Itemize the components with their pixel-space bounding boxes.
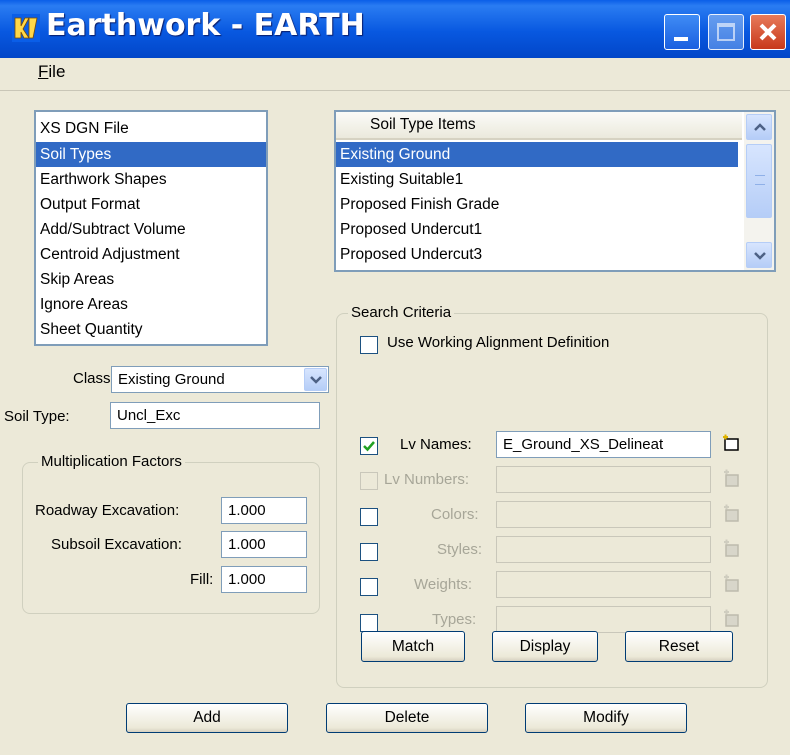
soil-type-items-header[interactable]: Soil Type Items xyxy=(336,112,742,140)
lv-names-checkbox[interactable] xyxy=(360,437,378,455)
scroll-thumb[interactable] xyxy=(746,144,772,218)
class-select-value: Existing Ground xyxy=(118,371,225,388)
colors-checkbox[interactable] xyxy=(360,508,378,526)
subsoil-excavation-label: Subsoil Excavation: xyxy=(51,536,182,553)
types-picker-icon[interactable] xyxy=(722,609,742,629)
lv-names-input[interactable]: E_Ground_XS_Delineat xyxy=(496,431,711,458)
minimize-button[interactable] xyxy=(664,14,700,50)
soil-type-input[interactable]: Uncl_Exc xyxy=(110,402,320,429)
use-working-alignment-label: Use Working Alignment Definition xyxy=(387,334,610,351)
lv-numbers-picker-icon[interactable] xyxy=(722,469,742,489)
multiplication-factors-title: Multiplication Factors xyxy=(38,453,185,470)
maximize-button[interactable] xyxy=(708,14,744,50)
modify-button[interactable]: Modify xyxy=(525,703,687,733)
grip-icon xyxy=(755,175,765,185)
class-label: Class xyxy=(73,370,111,387)
use-working-alignment-checkbox[interactable] xyxy=(360,336,378,354)
close-button[interactable] xyxy=(750,14,786,50)
lv-names-label: Lv Names: xyxy=(400,436,472,453)
lv-numbers-checkbox[interactable] xyxy=(360,472,378,490)
colors-label: Colors: xyxy=(431,506,479,523)
soil-item-proposed-finish-grade[interactable]: Proposed Finish Grade xyxy=(336,192,499,217)
weights-picker-icon[interactable] xyxy=(722,574,742,594)
minimize-icon xyxy=(674,37,688,41)
roadway-excavation-label: Roadway Excavation: xyxy=(35,502,180,519)
scroll-down-button[interactable] xyxy=(746,242,772,268)
maximize-icon xyxy=(717,23,735,41)
fill-label: Fill: xyxy=(190,571,214,588)
types-checkbox[interactable] xyxy=(360,614,378,632)
category-item-earthwork-shapes[interactable]: Earthwork Shapes xyxy=(36,167,167,192)
window-title: Earthwork - EARTH xyxy=(46,8,365,43)
colors-input[interactable] xyxy=(496,501,711,528)
soil-item-proposed-undercut3[interactable]: Proposed Undercut3 xyxy=(336,242,482,267)
weights-label: Weights: xyxy=(414,576,473,593)
menu-file[interactable]: File xyxy=(38,62,65,82)
reset-button[interactable]: Reset xyxy=(625,631,733,662)
lv-numbers-label: Lv Numbers: xyxy=(384,471,470,488)
styles-picker-icon[interactable] xyxy=(722,539,742,559)
styles-checkbox[interactable] xyxy=(360,543,378,561)
search-criteria-title: Search Criteria xyxy=(348,304,455,321)
checkmark-icon xyxy=(363,441,375,452)
styles-label: Styles: xyxy=(437,541,483,558)
chevron-up-icon xyxy=(754,123,766,131)
category-item-ignore-areas[interactable]: Ignore Areas xyxy=(36,292,128,317)
soil-items-scrollbar[interactable] xyxy=(744,112,774,270)
soil-item-proposed-undercut1[interactable]: Proposed Undercut1 xyxy=(336,217,482,242)
category-item-output-format[interactable]: Output Format xyxy=(36,192,140,217)
soil-type-items-list[interactable]: Soil Type Items Existing Ground Existing… xyxy=(334,110,776,272)
app-icon xyxy=(12,14,40,42)
roadway-excavation-input[interactable]: 1.000 xyxy=(221,497,307,524)
category-item-soil-types[interactable]: Soil Types xyxy=(36,142,266,167)
scroll-up-button[interactable] xyxy=(746,114,772,140)
category-item-skip-areas[interactable]: Skip Areas xyxy=(36,267,114,292)
types-label: Types: xyxy=(432,611,477,628)
types-input[interactable] xyxy=(496,606,711,633)
delete-button[interactable]: Delete xyxy=(326,703,488,733)
category-item-sheet-quantity[interactable]: Sheet Quantity xyxy=(36,317,143,342)
subsoil-excavation-input[interactable]: 1.000 xyxy=(221,531,307,558)
close-icon xyxy=(759,23,777,41)
add-button[interactable]: Add xyxy=(126,703,288,733)
class-dropdown-button[interactable] xyxy=(304,368,327,391)
chevron-down-icon xyxy=(754,252,766,260)
soil-item-existing-ground[interactable]: Existing Ground xyxy=(336,142,738,167)
display-button[interactable]: Display xyxy=(492,631,598,662)
soil-type-label: Soil Type: xyxy=(4,408,70,425)
menu-bar xyxy=(0,58,790,91)
class-select[interactable]: Existing Ground xyxy=(111,366,329,393)
weights-input[interactable] xyxy=(496,571,711,598)
category-list[interactable]: XS DGN File Soil Types Earthwork Shapes … xyxy=(34,110,268,346)
category-item-xs-dgn-file[interactable]: XS DGN File xyxy=(36,116,129,141)
colors-picker-icon[interactable] xyxy=(722,504,742,524)
styles-input[interactable] xyxy=(496,536,711,563)
soil-type-items-header-label: Soil Type Items xyxy=(370,116,476,133)
chevron-down-icon xyxy=(310,376,322,384)
lv-numbers-input[interactable] xyxy=(496,466,711,493)
category-item-add-subtract-volume[interactable]: Add/Subtract Volume xyxy=(36,217,186,242)
level-picker-icon[interactable] xyxy=(722,434,742,454)
soil-item-existing-suitable1[interactable]: Existing Suitable1 xyxy=(336,167,463,192)
match-button[interactable]: Match xyxy=(361,631,465,662)
fill-input[interactable]: 1.000 xyxy=(221,566,307,593)
weights-checkbox[interactable] xyxy=(360,578,378,596)
category-item-centroid-adjustment[interactable]: Centroid Adjustment xyxy=(36,242,180,267)
